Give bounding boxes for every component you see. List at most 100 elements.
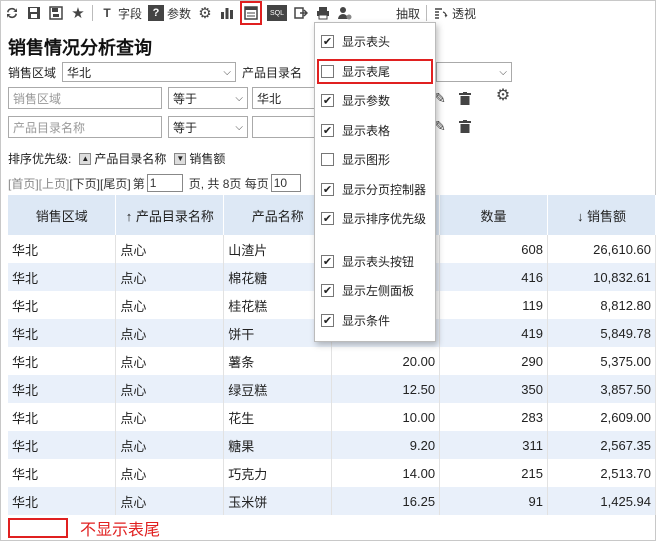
menu-item[interactable]: ✔ 显示条件 bbox=[315, 306, 435, 336]
table-cell: 华北 bbox=[8, 459, 117, 487]
field-button[interactable]: T 字段 bbox=[99, 2, 142, 24]
menu-item-label: 显示表头 bbox=[342, 35, 391, 50]
prev-page-link[interactable]: [上页] bbox=[39, 175, 70, 192]
condition-field-input-2[interactable]: 产品目录名称 bbox=[8, 116, 162, 138]
annotation-legend: 不显示表尾 bbox=[8, 516, 160, 540]
region-select[interactable]: 华北 ⌵ bbox=[62, 62, 237, 82]
category-label: 产品目录名 bbox=[242, 65, 303, 80]
table-row: 华北 点心 玉米饼 16.25 91 1,425.94 bbox=[8, 487, 656, 515]
table-cell: 点心 bbox=[115, 347, 225, 375]
checkbox-checked-icon[interactable]: ✔ bbox=[321, 123, 334, 137]
menu-item[interactable]: 显示图形 bbox=[315, 145, 435, 175]
table-cell: 华北 bbox=[8, 431, 117, 459]
next-page-link[interactable]: [下页] bbox=[69, 175, 100, 192]
table-row: 华北 点心 巧克力 14.00 215 2,513.70 bbox=[8, 459, 656, 487]
table-cell: 华北 bbox=[8, 403, 117, 431]
table-cell: 26,610.60 bbox=[547, 235, 656, 263]
trash-icon[interactable] bbox=[457, 90, 473, 106]
menu-item-label: 显示参数 bbox=[342, 94, 391, 109]
menu-item[interactable]: 显示表尾 bbox=[315, 57, 435, 87]
save-button[interactable] bbox=[26, 2, 42, 24]
page-prefix: 第 bbox=[132, 176, 145, 191]
checkbox-checked-icon[interactable]: ✔ bbox=[321, 284, 334, 298]
menu-item[interactable]: ✔ 显示参数 bbox=[315, 86, 435, 116]
save-as-button[interactable] bbox=[48, 2, 64, 24]
table-cell: 283 bbox=[439, 403, 548, 431]
page-number-input[interactable]: 1 bbox=[146, 174, 183, 192]
checkbox-unchecked-icon[interactable] bbox=[321, 64, 334, 78]
category-select[interactable]: ⌵ bbox=[436, 62, 512, 82]
gear-icon[interactable]: ⚙ bbox=[495, 87, 511, 104]
param-button[interactable]: ? 参数 bbox=[148, 2, 191, 24]
settings-button[interactable]: ⚙ bbox=[197, 2, 213, 24]
table-cell: 点心 bbox=[115, 403, 225, 431]
table-cell: 12.50 bbox=[331, 375, 441, 403]
last-page-link[interactable]: [尾页] bbox=[100, 175, 131, 192]
checkbox-checked-icon[interactable]: ✔ bbox=[321, 94, 334, 108]
extract-button[interactable]: 抽取 bbox=[393, 2, 420, 24]
export-button[interactable] bbox=[293, 2, 309, 24]
table-cell: 点心 bbox=[115, 291, 225, 319]
menu-item[interactable]: ✔ 显示表格 bbox=[315, 116, 435, 146]
menu-item[interactable]: ✔ 显示表头按钮 bbox=[315, 247, 435, 277]
table-cell: 2,567.35 bbox=[547, 431, 656, 459]
checkbox-unchecked-icon[interactable] bbox=[321, 153, 334, 167]
condition-value-input-2[interactable] bbox=[252, 116, 316, 138]
table-cell: 点心 bbox=[115, 375, 225, 403]
user-settings-button[interactable] bbox=[337, 2, 353, 24]
save-icon bbox=[26, 5, 42, 21]
checkbox-checked-icon[interactable]: ✔ bbox=[321, 313, 334, 327]
table-cell: 10.00 bbox=[331, 403, 441, 431]
menu-item-label: 显示条件 bbox=[342, 313, 391, 328]
table-cell: 14.00 bbox=[331, 459, 441, 487]
checkbox-checked-icon[interactable]: ✔ bbox=[321, 35, 334, 49]
display-options-button[interactable] bbox=[240, 1, 263, 25]
chevron-down-icon: ⌵ bbox=[223, 66, 232, 78]
sort-asc-icon: ▲ bbox=[79, 152, 92, 165]
table-cell: 20.00 bbox=[331, 347, 441, 375]
condition-operator-select-2[interactable]: 等于 ⌵ bbox=[168, 116, 248, 138]
legend-text: 不显示表尾 bbox=[80, 522, 161, 539]
table-cell: 608 bbox=[439, 235, 548, 263]
condition-value-input[interactable]: 华北 bbox=[252, 87, 316, 109]
column-header[interactable]: 数量 bbox=[439, 195, 548, 235]
menu-item[interactable]: ✔ 显示排序优先级 bbox=[315, 204, 435, 234]
condition-row-1: 销售区域 等于 ⌵ 华北 bbox=[8, 87, 316, 109]
refresh-button[interactable] bbox=[4, 2, 20, 24]
sort-item-sales[interactable]: ▼ 销售额 bbox=[174, 150, 225, 167]
sql-button[interactable]: SQL bbox=[267, 2, 288, 24]
pivot-button[interactable]: 透视 bbox=[433, 2, 476, 24]
condition-operator-value: 等于 bbox=[173, 91, 198, 106]
chevron-down-icon: ⌵ bbox=[499, 66, 507, 78]
condition-operator-select[interactable]: 等于 ⌵ bbox=[168, 87, 248, 109]
per-page-input[interactable]: 10 bbox=[270, 174, 301, 192]
checkbox-checked-icon[interactable]: ✔ bbox=[321, 254, 334, 268]
sort-desc-icon: ▼ bbox=[174, 152, 187, 165]
pivot-icon bbox=[433, 5, 449, 21]
column-header[interactable]: ↓ 销售额 bbox=[547, 195, 656, 235]
menu-item[interactable]: ✔ 显示表头 bbox=[315, 27, 435, 57]
param-icon: ? bbox=[148, 5, 165, 21]
column-header[interactable]: 销售区域 bbox=[8, 195, 117, 235]
table-cell: 119 bbox=[439, 291, 548, 319]
chart-button[interactable] bbox=[219, 2, 235, 24]
table-cell: 2,609.00 bbox=[547, 403, 656, 431]
menu-item[interactable]: ✔ 显示左侧面板 bbox=[315, 276, 435, 306]
first-page-link[interactable]: [首页] bbox=[8, 175, 39, 192]
print-button[interactable] bbox=[315, 2, 331, 24]
menu-item-label: 显示图形 bbox=[342, 153, 391, 168]
table-cell: 10,832.61 bbox=[547, 263, 656, 291]
menu-item[interactable]: ✔ 显示分页控制器 bbox=[315, 175, 435, 205]
table-cell: 点心 bbox=[115, 319, 225, 347]
column-header[interactable]: ↑ 产品目录名称 bbox=[115, 195, 225, 235]
menu-item-label: 显示排序优先级 bbox=[342, 212, 427, 227]
page-total-text: 页, 共 8页 每页 bbox=[188, 176, 269, 191]
sort-item-category[interactable]: ▲ 产品目录名称 bbox=[79, 150, 166, 167]
checkbox-checked-icon[interactable]: ✔ bbox=[321, 212, 334, 226]
checkbox-checked-icon[interactable]: ✔ bbox=[321, 182, 334, 196]
condition-field-input[interactable]: 销售区域 bbox=[8, 87, 162, 109]
favorite-button[interactable]: ★ bbox=[70, 2, 86, 24]
table-cell: 5,849.78 bbox=[547, 319, 656, 347]
toolbar-divider bbox=[92, 5, 93, 21]
trash-icon[interactable] bbox=[457, 118, 473, 134]
